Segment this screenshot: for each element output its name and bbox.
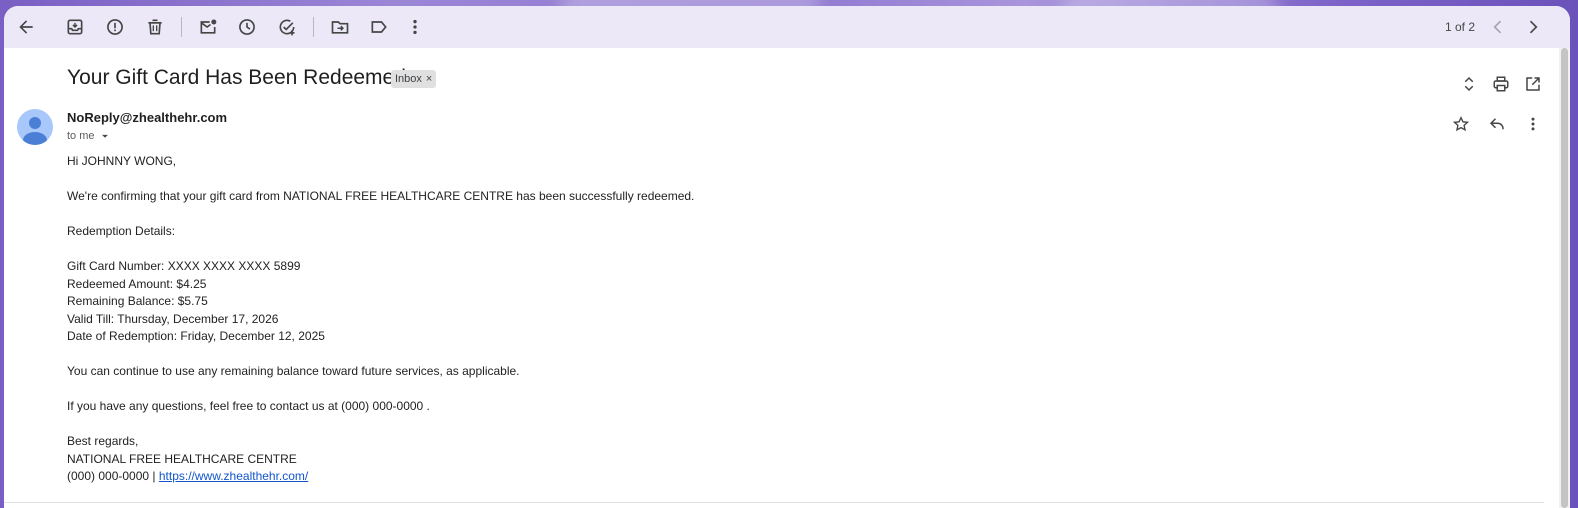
pager-count: 1 of 2 xyxy=(1445,20,1476,34)
more-options-button[interactable] xyxy=(399,11,431,43)
archive-icon xyxy=(67,19,83,35)
expand-all-button[interactable] xyxy=(1455,70,1483,98)
details-heading: Redemption Details: xyxy=(67,224,176,238)
email-window: 1 of 2 Your Gift Card Has Been Redeemed … xyxy=(4,6,1570,508)
toolbar: 1 of 2 xyxy=(4,6,1570,48)
sender-address: NoReply@zhealthehr.com xyxy=(67,110,228,125)
reply-icon xyxy=(1489,118,1504,130)
label-icon xyxy=(371,21,387,33)
unfold-icon xyxy=(1464,76,1474,92)
more-vert-icon xyxy=(1531,117,1535,131)
newer-button[interactable] xyxy=(1482,11,1514,43)
back-arrow-icon xyxy=(19,20,33,34)
recipient-details-toggle[interactable]: to me xyxy=(67,129,112,143)
greeting: Hi JOHNNY WONG, xyxy=(67,154,177,168)
redeemed-amount: Redeemed Amount: $4.25 xyxy=(67,276,207,291)
add-task-button[interactable] xyxy=(271,11,303,43)
report-spam-button[interactable] xyxy=(99,11,131,43)
more-vert-icon xyxy=(413,19,417,35)
move-to-button[interactable] xyxy=(324,11,356,43)
label-chip-text: Inbox xyxy=(395,73,422,85)
sender-avatar xyxy=(17,109,53,145)
chevron-right-icon xyxy=(1529,20,1538,34)
open-new-window-button[interactable] xyxy=(1519,70,1547,98)
move-to-icon xyxy=(331,21,349,34)
recipient-label: to me xyxy=(67,130,95,142)
person-icon xyxy=(23,117,47,145)
message-more-button[interactable] xyxy=(1519,110,1547,138)
valid-till: Valid Till: Thursday, December 17, 2026 xyxy=(67,311,279,326)
snooze-icon xyxy=(239,19,255,35)
org-name: NATIONAL FREE HEALTHCARE CENTRE xyxy=(67,451,297,466)
print-button[interactable] xyxy=(1487,70,1515,98)
questions-text: If you have any questions, feel free to … xyxy=(67,399,430,413)
contact-line: (000) 000-0000 | https://www.zhealthehr.… xyxy=(67,468,694,486)
email-subject: Your Gift Card Has Been Redeemed xyxy=(67,66,406,89)
snooze-button[interactable] xyxy=(231,11,263,43)
continue-text: You can continue to use any remaining ba… xyxy=(67,364,520,378)
archive-button[interactable] xyxy=(59,11,91,43)
reply-button[interactable] xyxy=(1483,110,1511,138)
intro-text: We're confirming that your gift card fro… xyxy=(67,189,695,203)
mark-unread-button[interactable] xyxy=(192,11,224,43)
print-icon xyxy=(1493,76,1509,92)
scrollbar[interactable] xyxy=(1559,48,1570,508)
older-button[interactable] xyxy=(1517,11,1549,43)
signoff: Best regards, xyxy=(67,434,139,448)
message-divider xyxy=(4,502,1544,503)
star-button[interactable] xyxy=(1447,110,1475,138)
redemption-date: Date of Redemption: Friday, December 12,… xyxy=(67,329,325,343)
label-button[interactable] xyxy=(363,11,395,43)
card-number: Gift Card Number: XXXX XXXX XXXX 5899 xyxy=(67,259,301,273)
website-link[interactable]: https://www.zhealthehr.com/ xyxy=(159,469,308,483)
caret-down-icon xyxy=(101,134,108,138)
mark-unread-icon xyxy=(200,19,217,34)
delete-icon xyxy=(148,19,162,35)
remaining-balance: Remaining Balance: $5.75 xyxy=(67,294,208,308)
remove-label-button[interactable]: × xyxy=(426,73,432,85)
chevron-left-icon xyxy=(1493,20,1502,34)
report-spam-icon xyxy=(107,19,123,35)
star-icon xyxy=(1452,116,1470,132)
phone-text: (000) 000-0000 | xyxy=(67,469,159,483)
delete-button[interactable] xyxy=(139,11,171,43)
inbox-label-chip: Inbox × xyxy=(391,70,437,88)
add-task-icon xyxy=(279,19,295,36)
scrollbar-thumb[interactable] xyxy=(1561,48,1568,508)
toolbar-separator xyxy=(181,17,182,37)
open-in-new-icon xyxy=(1526,77,1540,91)
toolbar-separator xyxy=(313,17,314,37)
email-body: Hi JOHNNY WONG, We're confirming that yo… xyxy=(67,153,694,486)
back-button[interactable] xyxy=(10,11,42,43)
